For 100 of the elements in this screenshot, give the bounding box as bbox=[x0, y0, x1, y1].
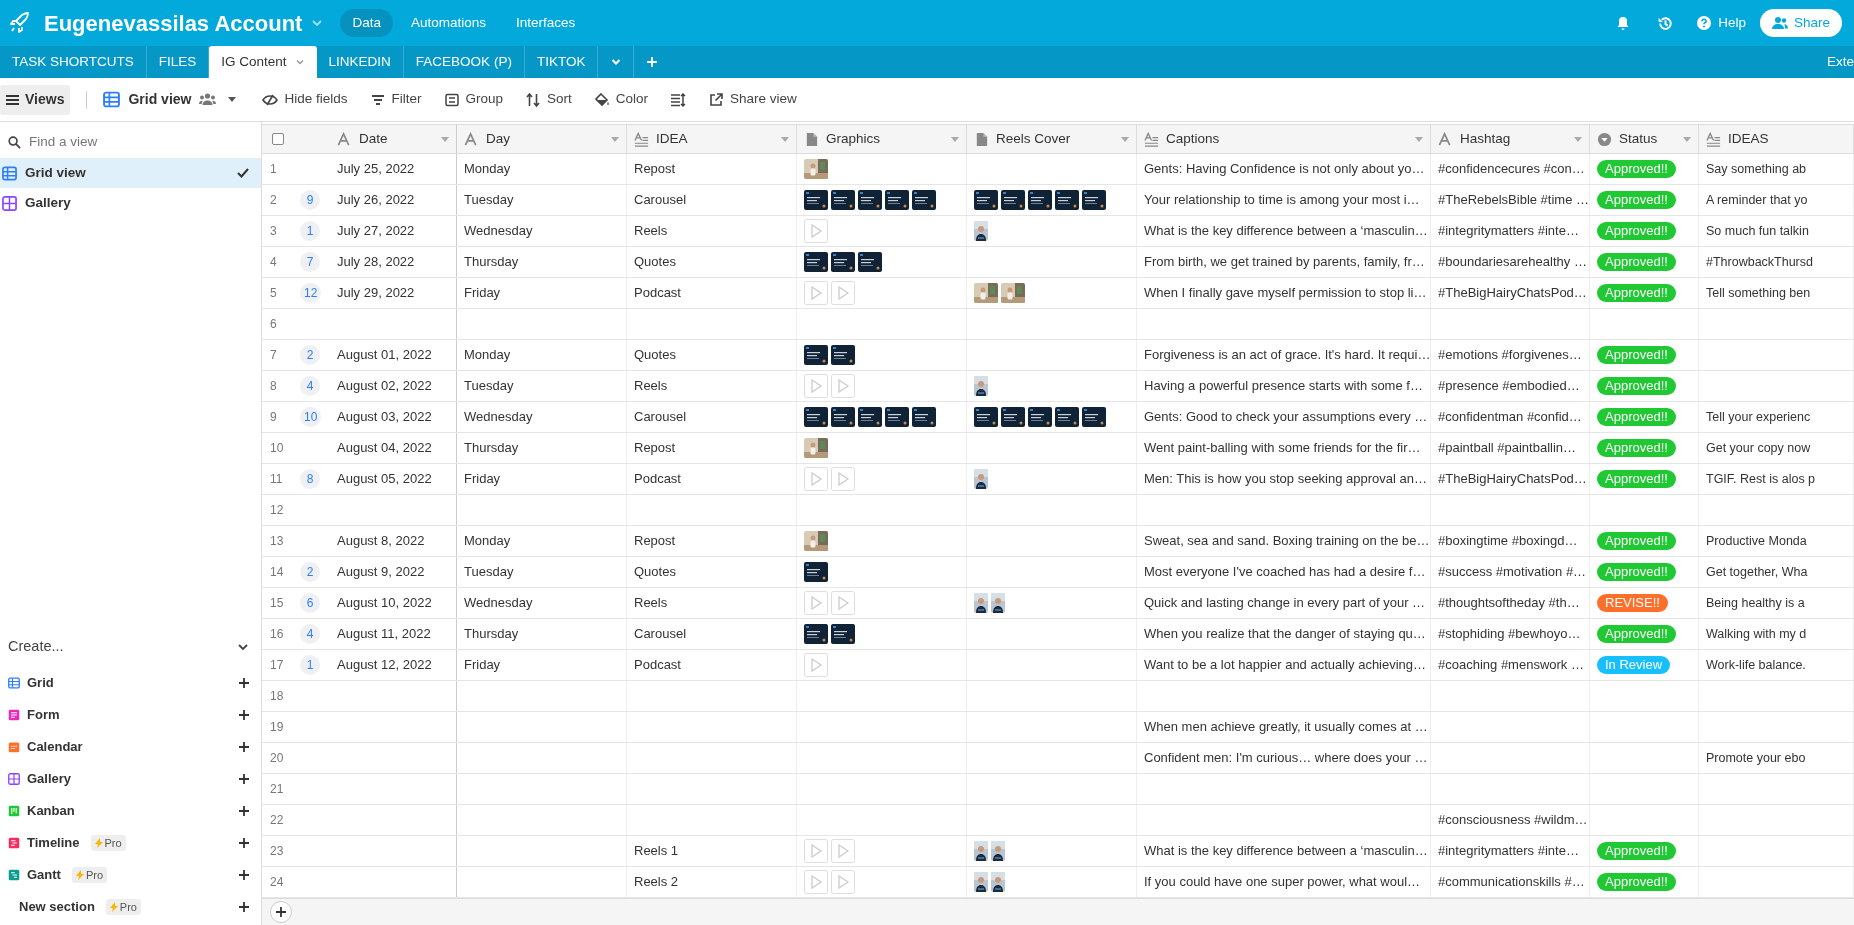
plus-icon bbox=[239, 870, 249, 880]
create-view-item[interactable]: New section Pro bbox=[0, 891, 261, 923]
table-cell-text: Reels 2 bbox=[634, 873, 679, 892]
create-view-item[interactable]: Form bbox=[0, 699, 261, 731]
column-header[interactable]: Captions bbox=[1137, 125, 1431, 153]
check-icon bbox=[237, 168, 249, 178]
table-cell-text: When men achieve greatly, it usually comes at … bbox=[1144, 718, 1428, 737]
row-number: 24 bbox=[270, 874, 285, 891]
sheet-tab[interactable]: IG Content bbox=[209, 46, 317, 78]
play-icon bbox=[804, 374, 828, 398]
caret-down-icon bbox=[228, 96, 237, 103]
column-header[interactable]: Hashtag bbox=[1431, 125, 1590, 153]
row-number: 18 bbox=[270, 688, 285, 705]
share-icon bbox=[708, 91, 725, 108]
create-section-toggle[interactable]: Create... bbox=[0, 631, 261, 663]
table-cell-text: Work-life balance. bbox=[1706, 656, 1806, 674]
history-icon[interactable] bbox=[1657, 14, 1675, 32]
table-cell-text: From birth, we get trained by parents, family, fr… bbox=[1144, 253, 1425, 272]
comment-count[interactable]: 1 bbox=[300, 655, 320, 675]
table-cell-text: August 03, 2022 bbox=[337, 408, 432, 427]
comment-count[interactable]: 1 bbox=[300, 221, 320, 241]
table-cell-text: Gents: Good to check your assumptions every … bbox=[1144, 408, 1428, 427]
table-cell-text: July 29, 2022 bbox=[337, 284, 415, 303]
table-cell-text: Tuesday bbox=[464, 191, 514, 210]
table-cell-text: Reels 1 bbox=[634, 842, 679, 861]
status-pill: REVISE!! bbox=[1597, 594, 1668, 612]
plus-icon bbox=[646, 56, 659, 68]
pro-badge: Pro bbox=[90, 835, 126, 851]
view-switcher[interactable]: Grid view bbox=[103, 89, 237, 110]
table-cell-text: Monday bbox=[464, 532, 511, 551]
table-cell-text: July 26, 2022 bbox=[337, 191, 415, 210]
create-view-item[interactable]: Gallery bbox=[0, 763, 261, 795]
create-view-item[interactable]: Kanban bbox=[0, 795, 261, 827]
table-cell-text: Podcast bbox=[634, 656, 681, 675]
table-cell-text: #TheBigHairyChatsPod… bbox=[1438, 470, 1587, 489]
create-view-item[interactable]: Timeline Pro bbox=[0, 827, 261, 859]
views-button[interactable]: Views bbox=[0, 84, 71, 115]
plus-icon bbox=[239, 710, 249, 720]
caret-down-icon bbox=[1683, 136, 1691, 142]
table-cell-text: #TheBigHairyChatsPod… bbox=[1438, 284, 1587, 303]
row-number: 21 bbox=[270, 781, 285, 798]
table-cell-text: August 10, 2022 bbox=[337, 594, 432, 613]
table-cell-text: What is the key difference between a ‘masculin… bbox=[1144, 222, 1428, 241]
status-pill: Approved!! bbox=[1597, 191, 1676, 209]
add-record-button[interactable] bbox=[270, 901, 292, 923]
column-header[interactable]: Reels Cover bbox=[967, 125, 1137, 153]
table-cell-text: Reels bbox=[634, 377, 668, 396]
select-all-checkbox[interactable] bbox=[272, 133, 284, 145]
table-cell-text: Men: This is how you stop seeking approval an… bbox=[1144, 470, 1428, 489]
plus-icon bbox=[239, 742, 249, 752]
lightning-icon bbox=[94, 838, 103, 848]
create-view-item[interactable]: Gantt Pro bbox=[0, 859, 261, 891]
create-view-item[interactable]: Calendar bbox=[0, 731, 261, 763]
table-cell-text: Being healthy is a bbox=[1706, 594, 1805, 612]
play-icon bbox=[804, 591, 828, 615]
status-pill: Approved!! bbox=[1597, 253, 1676, 271]
table-cell-text: Thursday bbox=[464, 439, 519, 458]
rocket-icon[interactable] bbox=[8, 11, 32, 35]
table-cell-text: Quotes bbox=[634, 253, 676, 272]
toolbar-button[interactable]: Filter bbox=[369, 89, 422, 110]
column-header[interactable]: IDEA bbox=[627, 125, 797, 153]
people-icon bbox=[199, 93, 217, 106]
text-field-icon bbox=[1438, 131, 1453, 147]
table-cell-text: Get your copy now bbox=[1706, 439, 1811, 457]
toolbar-button[interactable]: Share view bbox=[708, 89, 797, 110]
table-cell-text: #TheRebelsBible #time … bbox=[1438, 191, 1589, 210]
column-header[interactable]: Date bbox=[330, 125, 457, 153]
row-number: 10 bbox=[270, 440, 285, 457]
toolbar-button[interactable]: Sort bbox=[525, 89, 572, 110]
table-cell-text: July 25, 2022 bbox=[337, 160, 415, 179]
column-header[interactable]: Day bbox=[457, 125, 627, 153]
search-field[interactable]: Find a view bbox=[29, 131, 253, 153]
toolbar-button[interactable]: Group bbox=[443, 89, 504, 110]
column-header[interactable]: Status bbox=[1590, 125, 1699, 153]
table-cell-text: Podcast bbox=[634, 470, 681, 489]
text-field-icon bbox=[464, 131, 479, 147]
toolbar-button[interactable]: Hide fields bbox=[262, 89, 348, 110]
row-height-icon[interactable] bbox=[670, 91, 687, 108]
column-header[interactable]: IDEAS bbox=[1699, 125, 1854, 153]
nav-tab[interactable]: Data bbox=[340, 9, 393, 37]
column-header[interactable]: Graphics bbox=[797, 125, 967, 153]
attachment-field-icon bbox=[804, 131, 819, 147]
caret-down-icon bbox=[781, 136, 789, 142]
comment-count[interactable]: 9 bbox=[300, 190, 320, 210]
toolbar-button[interactable]: Color bbox=[593, 89, 649, 110]
table-cell-text: #success #motivation #… bbox=[1438, 563, 1587, 582]
table-cell-text: Carousel bbox=[634, 408, 687, 427]
table-cell-text: Carousel bbox=[634, 625, 687, 644]
create-view-item[interactable]: Grid bbox=[0, 667, 261, 699]
row-number: 14 bbox=[270, 564, 285, 581]
view-item[interactable]: Grid view bbox=[0, 158, 261, 188]
table-cell-text: Tell your experienc bbox=[1706, 408, 1811, 426]
table-cell-text: When you realize that the danger of staying qu… bbox=[1144, 625, 1426, 644]
table-cell-text: #boundariesarehealthy … bbox=[1438, 253, 1587, 272]
table-cell-text: #stophiding #bewhoyo… bbox=[1438, 625, 1581, 644]
long-text-field-icon bbox=[1144, 131, 1159, 147]
table-cell-text: August 05, 2022 bbox=[337, 470, 432, 489]
row-number: 17 bbox=[270, 657, 285, 674]
table-cell-text: August 04, 2022 bbox=[337, 439, 432, 458]
table-cell-text: Friday bbox=[464, 470, 501, 489]
